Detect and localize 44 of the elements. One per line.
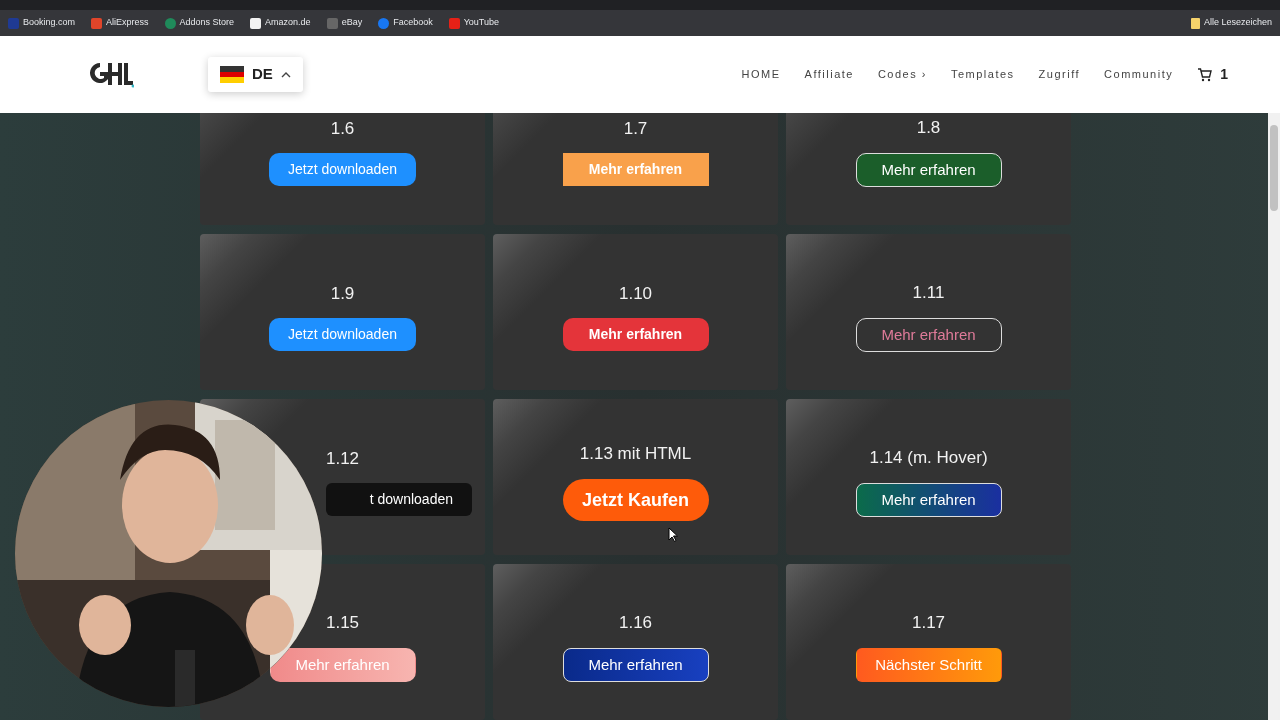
bookmark-link[interactable]: Booking.com bbox=[23, 16, 76, 30]
cta-button[interactable]: Mehr erfahren bbox=[562, 318, 709, 352]
card-title: 1.14 (m. Hover) bbox=[869, 447, 988, 470]
site-icon bbox=[326, 17, 338, 29]
site-icon bbox=[250, 17, 262, 29]
bookmark-link[interactable]: Facebook bbox=[393, 16, 433, 30]
cursor-icon bbox=[668, 527, 678, 542]
bookmark-link[interactable]: Addons Store bbox=[179, 16, 235, 30]
cta-button[interactable]: t downloaden bbox=[326, 483, 472, 517]
card-title: 1.15 bbox=[325, 612, 360, 635]
cart-count: 1 bbox=[1220, 65, 1228, 84]
caret-icon bbox=[280, 71, 291, 78]
site-icon bbox=[378, 17, 390, 29]
nav-link[interactable]: Affiliate bbox=[804, 66, 854, 83]
nav-link[interactable]: Templates bbox=[950, 66, 1015, 83]
bookmark-link[interactable]: eBay bbox=[341, 16, 363, 30]
card-title: 1.16 bbox=[618, 612, 653, 635]
nav-link[interactable]: Zugriff bbox=[1038, 66, 1081, 83]
bookmark-link[interactable]: YouTube bbox=[463, 16, 500, 30]
card-title: 1.12 bbox=[325, 447, 360, 470]
site-icon bbox=[8, 17, 19, 29]
cta-button[interactable]: Mehr erfahren bbox=[855, 482, 1002, 517]
cta-button[interactable]: Mehr erfahren bbox=[855, 152, 1002, 187]
card-title: 1.8 bbox=[916, 117, 941, 140]
nav-link[interactable]: Community bbox=[1104, 66, 1174, 83]
flag-icon bbox=[220, 66, 244, 83]
nav-link[interactable]: Codes › bbox=[877, 66, 927, 83]
scrollbar[interactable] bbox=[1268, 113, 1280, 720]
card-title: 1.7 bbox=[623, 117, 648, 140]
card-title: 1.11 bbox=[912, 282, 945, 305]
cart-icon[interactable] bbox=[1197, 67, 1213, 82]
card-title: 1.13 mit HTML bbox=[579, 443, 692, 466]
card-title: 1.6 bbox=[330, 117, 355, 140]
nav-link[interactable]: HOME bbox=[741, 66, 781, 83]
bookmark-link[interactable]: Amazon.de bbox=[265, 16, 311, 30]
language-selector[interactable]: DE bbox=[208, 57, 303, 92]
card-title: 1.9 bbox=[330, 282, 355, 305]
bookmark-link[interactable]: Alle Lesezeichen bbox=[1203, 16, 1272, 30]
cta-button[interactable]: Mehr erfahren bbox=[855, 317, 1002, 352]
card-title: 1.17 bbox=[911, 612, 946, 635]
card-title: 1.10 bbox=[618, 282, 653, 305]
folder-icon bbox=[1190, 17, 1200, 29]
bookmark-link[interactable]: AliExpress bbox=[106, 16, 149, 30]
cta-button[interactable]: Mehr erfahren bbox=[562, 647, 709, 682]
